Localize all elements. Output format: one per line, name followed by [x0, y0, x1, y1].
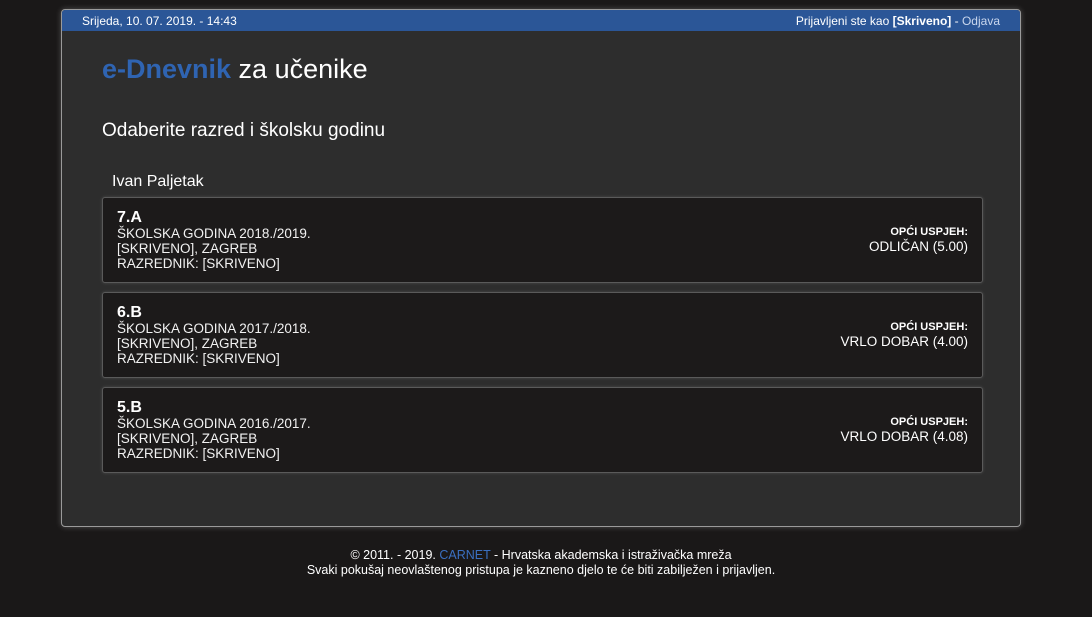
overall-grade-value: VRLO DOBAR (4.08): [840, 429, 968, 444]
school-location: [SKRIVENO], ZAGREB: [117, 241, 258, 256]
class-teacher: RAZREDNIK: [SKRIVENO]: [117, 351, 280, 366]
school-year: ŠKOLSKA GODINA 2016./2017.: [117, 416, 311, 431]
access-warning: Svaki pokušaj neovlaštenog pristupa je k…: [306, 563, 776, 577]
page-title: e-Dnevnik za učenike: [102, 54, 368, 85]
class-name: 5.B: [117, 399, 142, 416]
class-card-5b[interactable]: 5.B ŠKOLSKA GODINA 2016./2017. [SKRIVENO…: [102, 387, 983, 473]
school-year: ŠKOLSKA GODINA 2018./2019.: [117, 226, 311, 241]
login-status: Prijavljeni ste kao [Skriveno] - Odjava: [796, 14, 1000, 28]
copyright-suffix: - Hrvatska akademska i istraživačka mrež…: [490, 548, 732, 562]
overall-grade-value: ODLIČAN (5.00): [868, 239, 968, 254]
school-location: [SKRIVENO], ZAGREB: [117, 336, 258, 351]
username: [Skriveno]: [892, 13, 952, 28]
class-teacher: RAZREDNIK: [SKRIVENO]: [117, 256, 280, 271]
logged-in-prefix: Prijavljeni ste kao: [795, 13, 893, 28]
overall-grade-label: OPĆI USPJEH:: [890, 226, 968, 238]
class-name: 7.A: [117, 209, 142, 226]
class-name: 6.B: [117, 304, 142, 321]
school-location: [SKRIVENO], ZAGREB: [117, 431, 258, 446]
overall-grade-label: OPĆI USPJEH:: [890, 321, 968, 333]
copyright-prefix: © 2011. - 2019.: [350, 548, 440, 562]
logout-link[interactable]: Odjava: [962, 14, 1000, 28]
class-teacher: RAZREDNIK: [SKRIVENO]: [117, 446, 280, 461]
current-datetime: Srijeda, 10. 07. 2019. - 14:43: [82, 13, 237, 28]
school-year: ŠKOLSKA GODINA 2017./2018.: [117, 321, 311, 336]
top-bar: Srijeda, 10. 07. 2019. - 14:43 Prijavlje…: [62, 10, 1020, 31]
overall-grade-value: VRLO DOBAR (4.00): [840, 334, 968, 349]
main-panel: Srijeda, 10. 07. 2019. - 14:43 Prijavlje…: [61, 9, 1021, 527]
class-list: 7.A ŠKOLSKA GODINA 2018./2019. [SKRIVENO…: [102, 197, 983, 482]
class-card-7a[interactable]: 7.A ŠKOLSKA GODINA 2018./2019. [SKRIVENO…: [102, 197, 983, 283]
carnet-link[interactable]: CARNET: [439, 548, 490, 562]
copyright-line: © 2011. - 2019. CARNET - Hrvatska akadem…: [0, 548, 1082, 563]
separator: -: [951, 13, 962, 28]
footer: © 2011. - 2019. CARNET - Hrvatska akadem…: [0, 548, 1082, 578]
brand-accent: e-Dnevnik: [102, 54, 232, 84]
overall-grade-label: OPĆI USPJEH:: [890, 416, 968, 428]
page-subtitle: Odaberite razred i školsku godinu: [102, 120, 386, 141]
brand-rest: za učenike: [231, 54, 368, 84]
student-name: Ivan Paljetak: [112, 173, 204, 190]
class-card-6b[interactable]: 6.B ŠKOLSKA GODINA 2017./2018. [SKRIVENO…: [102, 292, 983, 378]
